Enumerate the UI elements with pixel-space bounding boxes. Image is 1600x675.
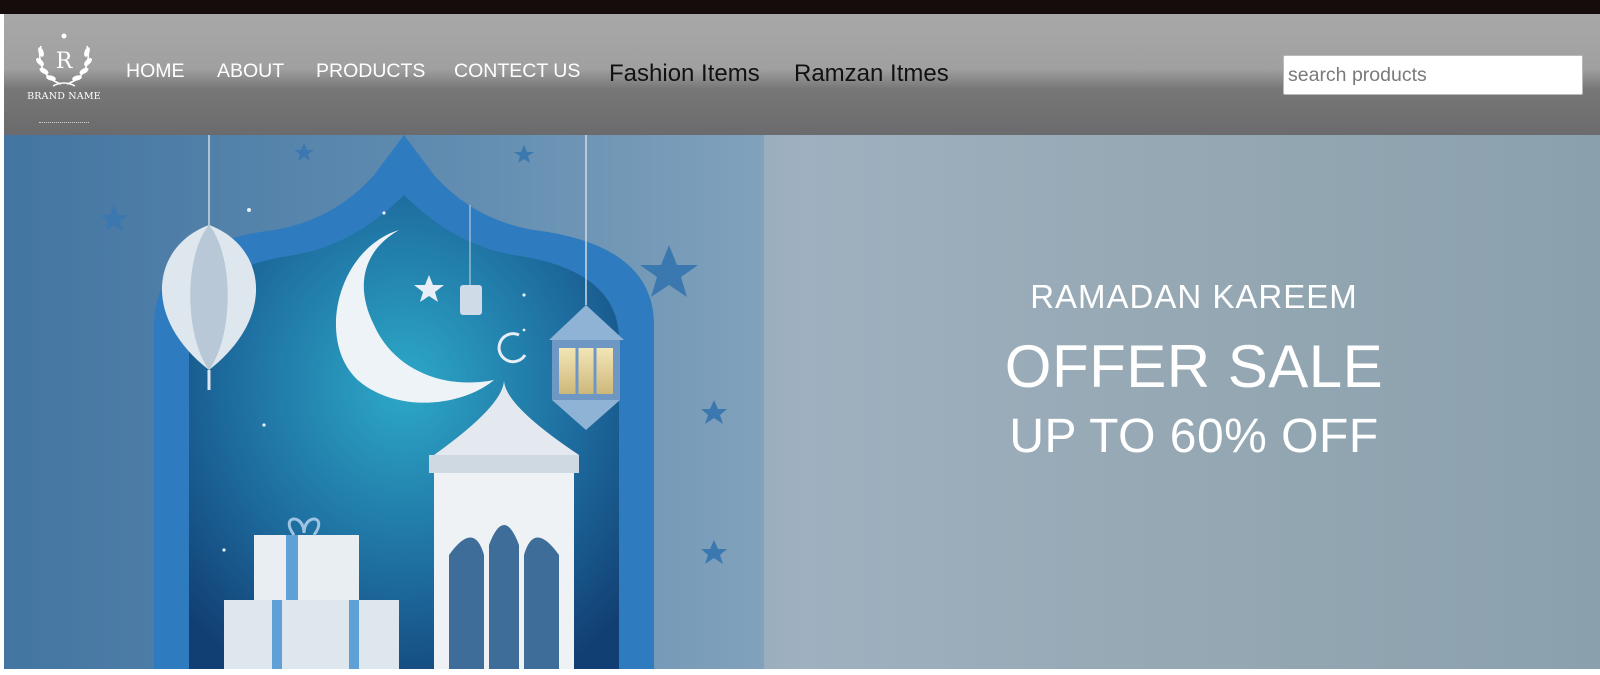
nav-home-link[interactable]: HOME [126, 60, 185, 83]
site-header: R BRAND NAME HOME ABOUT PRODUCTS CONTECT… [4, 14, 1600, 135]
logo-monogram: R [56, 49, 74, 74]
ramadan-lantern-crescent-illustration [4, 135, 764, 669]
hero-banner: RAMADAN KAREEM OFFER SALE UP TO 60% OFF [4, 135, 1600, 669]
page: R BRAND NAME HOME ABOUT PRODUCTS CONTECT… [0, 0, 1600, 675]
top-strip [0, 0, 1600, 14]
laurel-crest-logo-icon: R [36, 33, 92, 87]
brand-name: BRAND NAME [27, 91, 101, 102]
search-input[interactable] [1283, 55, 1583, 95]
hero-discount: UP TO 60% OFF [1009, 410, 1379, 463]
nav-about-link[interactable]: ABOUT [217, 60, 284, 83]
logo-tagline-decor [39, 122, 89, 125]
hero-title: OFFER SALE [1004, 333, 1384, 400]
nav-fashion-items-link[interactable]: Fashion Items [609, 60, 760, 88]
brand-logo[interactable]: R BRAND NAME [27, 32, 101, 130]
nav-contact-link[interactable]: CONTECT US [454, 60, 580, 83]
hero-subtitle: RAMADAN KAREEM [1030, 278, 1358, 315]
nav-ramzan-items-link[interactable]: Ramzan Itmes [794, 60, 949, 88]
nav-products-link[interactable]: PRODUCTS [316, 60, 425, 83]
